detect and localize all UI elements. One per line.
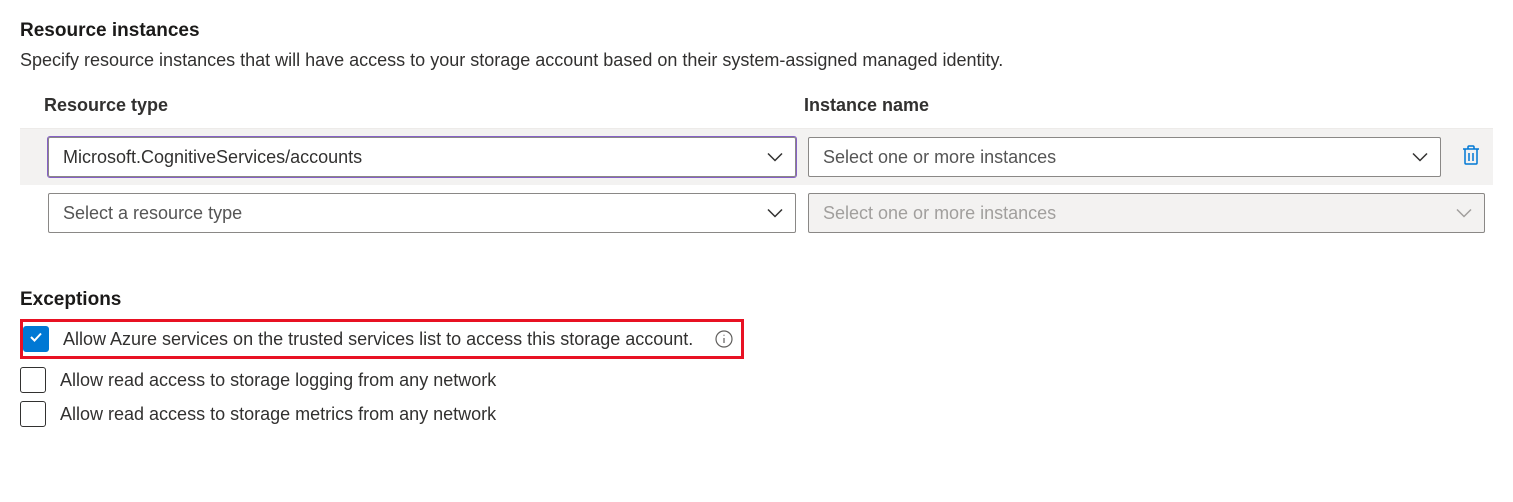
checkmark-icon [28,329,44,350]
resource-type-placeholder: Select a resource type [63,203,242,224]
resource-type-dropdown[interactable]: Microsoft.CognitiveServices/accounts [48,137,796,177]
chevron-down-icon [767,147,783,168]
instance-placeholder: Select one or more instances [823,147,1056,168]
column-header-instance-name: Instance name [804,95,1469,116]
exception-row: Allow read access to storage logging fro… [20,367,1493,393]
exceptions-title: Exceptions [20,289,1493,311]
trash-icon [1461,144,1481,171]
instance-name-dropdown: Select one or more instances [808,193,1485,233]
exception-checkbox-trusted-services[interactable] [23,326,49,352]
resource-type-value: Microsoft.CognitiveServices/accounts [63,147,362,168]
chevron-down-icon [767,203,783,224]
exception-row: Allow Azure services on the trusted serv… [20,319,1493,359]
delete-button[interactable] [1457,143,1485,171]
chevron-down-icon [1412,147,1428,168]
resource-instances-title: Resource instances [20,20,1493,42]
exception-label: Allow read access to storage metrics fro… [60,404,496,425]
exception-row: Allow read access to storage metrics fro… [20,401,1493,427]
exception-checkbox-logging[interactable] [20,367,46,393]
instance-placeholder: Select one or more instances [823,203,1056,224]
instance-name-dropdown[interactable]: Select one or more instances [808,137,1441,177]
column-header-resource-type: Resource type [44,95,804,116]
resource-row: Microsoft.CognitiveServices/accounts Sel… [20,128,1493,185]
highlighted-exception: Allow Azure services on the trusted serv… [20,319,744,359]
exception-label: Allow Azure services on the trusted serv… [63,329,693,350]
info-icon[interactable] [715,330,733,348]
exception-checkbox-metrics[interactable] [20,401,46,427]
resource-type-dropdown[interactable]: Select a resource type [48,193,796,233]
resource-row: Select a resource type Select one or mor… [20,185,1493,241]
exception-label: Allow read access to storage logging fro… [60,370,496,391]
resource-instances-description: Specify resource instances that will hav… [20,50,1493,71]
chevron-down-icon [1456,203,1472,224]
